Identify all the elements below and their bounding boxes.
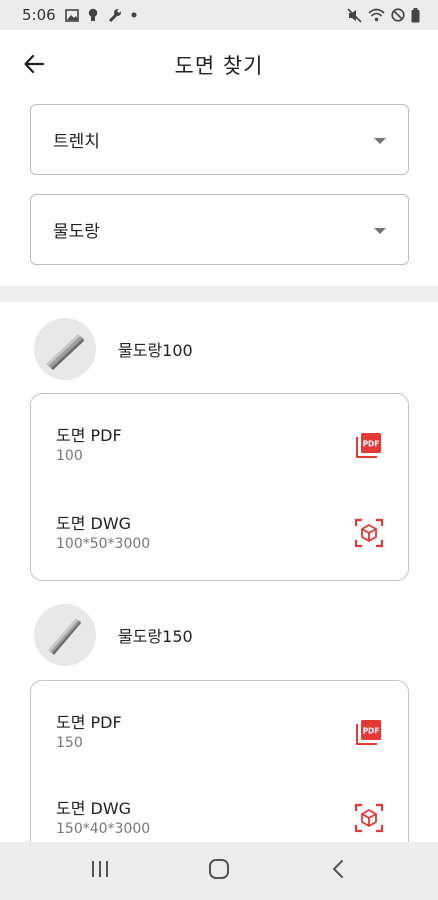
- file-row-pdf[interactable]: 도면 PDF 150 PDF: [31, 709, 408, 769]
- file-row-pdf[interactable]: 도면 PDF 100 PDF: [31, 422, 408, 482]
- file-spec: 100: [56, 448, 83, 464]
- home-button[interactable]: [199, 851, 239, 891]
- mute-icon: [347, 7, 362, 23]
- product-thumbnail: [34, 604, 96, 666]
- back-nav-button[interactable]: [318, 851, 358, 891]
- caret-down-icon: [374, 220, 386, 239]
- file-title: 도면 DWG: [56, 514, 132, 533]
- category-dropdown[interactable]: 트렌치: [30, 104, 409, 175]
- pdf-icon[interactable]: PDF: [354, 717, 384, 747]
- section-divider: [0, 286, 438, 302]
- status-time: 5:06: [22, 6, 56, 24]
- file-row-dwg[interactable]: 도면 DWG 100*50*3000: [31, 510, 408, 570]
- caret-down-icon: [374, 130, 386, 149]
- app-bar: 도면 찾기: [0, 30, 438, 100]
- wifi-icon: [368, 8, 385, 22]
- image-icon: [64, 8, 79, 22]
- svg-text:PDF: PDF: [363, 727, 380, 736]
- battery-icon: [411, 7, 420, 23]
- subcategory-dropdown[interactable]: 물도랑: [30, 194, 409, 265]
- file-title: 도면 DWG: [56, 799, 132, 818]
- page-title: 도면 찾기: [174, 54, 264, 78]
- back-icon: [332, 859, 344, 883]
- recents-icon: [90, 860, 110, 882]
- svg-text:PDF: PDF: [363, 440, 380, 449]
- file-spec: 100*50*3000: [56, 536, 151, 552]
- system-nav-bar: [0, 842, 438, 900]
- wrench-icon: [107, 8, 122, 23]
- arrow-left-icon: [23, 53, 45, 79]
- product-name: 물도랑100: [118, 341, 193, 360]
- file-title: 도면 PDF: [56, 713, 122, 732]
- bulb-icon: [88, 8, 98, 22]
- file-spec: 150: [56, 735, 83, 751]
- category-dropdown-value: 트렌치: [53, 132, 100, 152]
- product-header: 물도랑150: [34, 604, 193, 666]
- subcategory-dropdown-value: 물도랑: [53, 222, 100, 242]
- home-icon: [208, 858, 230, 884]
- product-name: 물도랑150: [118, 627, 193, 646]
- dot-icon: [131, 12, 137, 18]
- file-card: 도면 PDF 100 PDF 도면 DWG 100*50*3000: [30, 393, 409, 581]
- cube-icon[interactable]: [354, 518, 384, 548]
- cube-icon[interactable]: [354, 803, 384, 833]
- file-spec: 150*40*3000: [56, 821, 151, 837]
- product-thumbnail: [34, 318, 96, 380]
- pdf-icon[interactable]: PDF: [354, 430, 384, 460]
- status-bar: 5:06: [0, 0, 438, 30]
- product-header: 물도랑100: [34, 318, 193, 380]
- recents-button[interactable]: [80, 851, 120, 891]
- dnd-icon: [391, 8, 405, 22]
- file-title: 도면 PDF: [56, 426, 122, 445]
- back-button[interactable]: [16, 48, 52, 84]
